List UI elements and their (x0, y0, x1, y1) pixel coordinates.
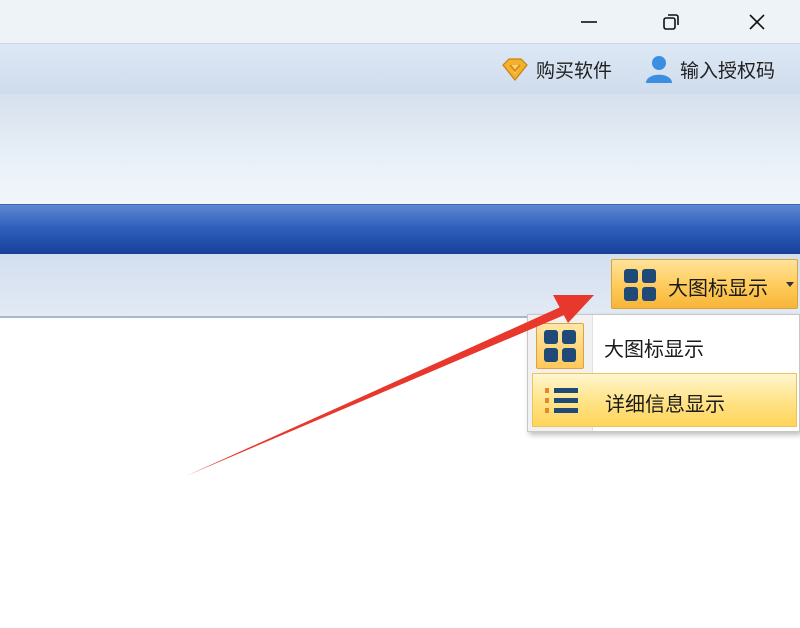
close-icon (749, 13, 765, 30)
buy-software-label: 购买软件 (536, 59, 613, 82)
user-icon (646, 56, 672, 83)
view-mode-menu: 大图标显示 详细信息显示 (527, 314, 800, 432)
restore-button[interactable] (642, 0, 700, 43)
view-mode-label: 大图标显示 (668, 276, 768, 300)
view-mode-dropdown[interactable]: 大图标显示 (611, 259, 798, 309)
diamond-icon (502, 58, 528, 81)
window-titlebar (0, 0, 800, 44)
menu-item-label: 大图标显示 (604, 337, 704, 361)
minimize-button[interactable] (560, 0, 618, 43)
minimize-icon (581, 20, 597, 23)
grid-icon (624, 269, 656, 301)
menu-item-large-icons[interactable]: 大图标显示 (532, 319, 797, 373)
menu-item-details[interactable]: 详细信息显示 (532, 373, 797, 427)
enter-license-link[interactable]: 输入授权码 (644, 52, 775, 86)
list-icon (545, 388, 578, 413)
close-button[interactable] (728, 0, 786, 43)
menu-item-label: 详细信息显示 (605, 392, 725, 416)
menu-item-details-icon-box (537, 378, 585, 424)
enter-license-label: 输入授权码 (680, 59, 776, 82)
tab-band (0, 204, 800, 255)
menu-item-large-icons-icon-box (536, 323, 584, 369)
ribbon-area (0, 94, 800, 204)
restore-icon (663, 13, 679, 30)
buy-software-link[interactable]: 购买软件 (500, 52, 612, 86)
chevron-down-icon (786, 282, 794, 287)
grid-icon (544, 330, 576, 362)
